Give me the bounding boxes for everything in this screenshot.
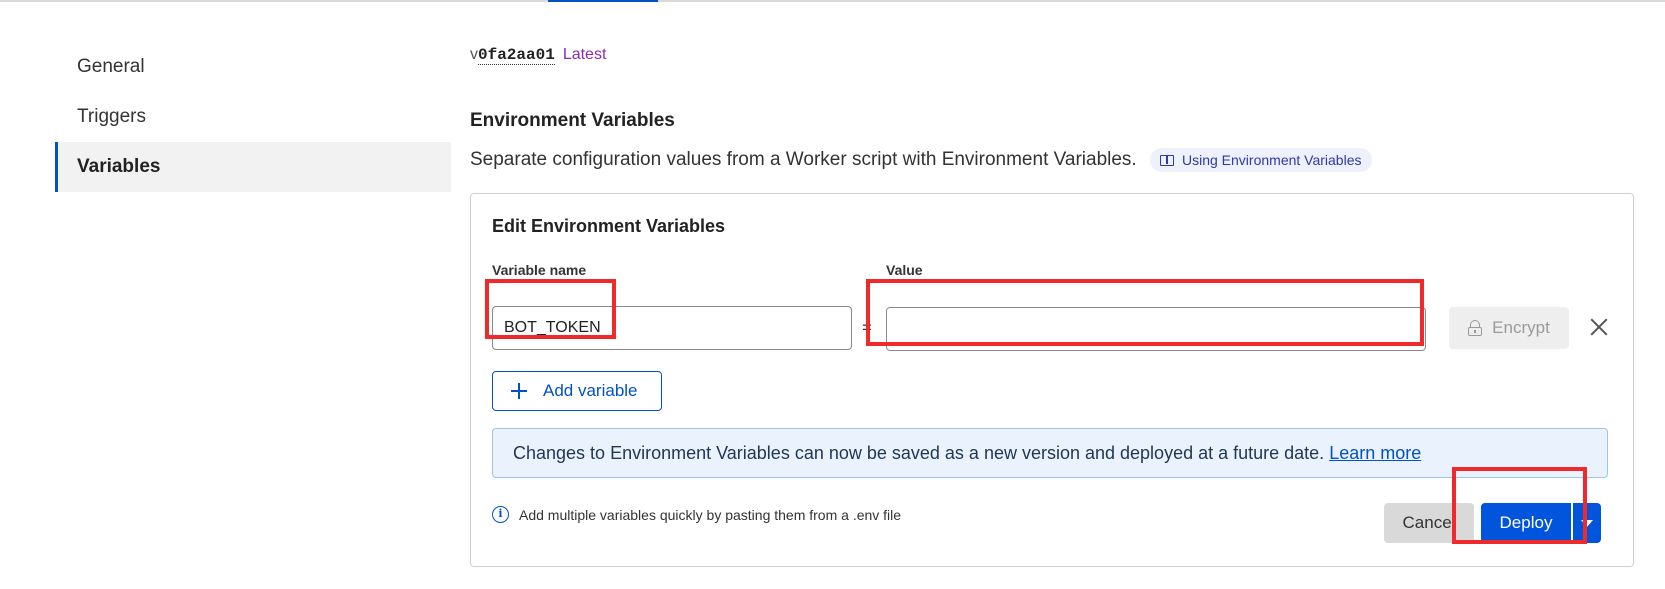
add-variable-label: Add variable	[543, 381, 638, 400]
banner-text: Changes to Environment Variables can now…	[513, 443, 1325, 463]
edit-variables-card: Edit Environment Variables Variable name…	[470, 193, 1634, 567]
section-title: Environment Variables	[470, 110, 675, 131]
cancel-button[interactable]: Cancel	[1384, 503, 1474, 543]
version-info: v0fa2aa01 Latest	[470, 46, 607, 65]
remove-variable-close-icon[interactable]	[1584, 312, 1614, 342]
info-icon: i	[492, 506, 509, 523]
active-tab-indicator	[548, 0, 658, 2]
version-id[interactable]: 0fa2aa01	[478, 46, 555, 65]
settings-sidebar: General Triggers Variables	[55, 42, 451, 192]
top-tab-underline	[0, 0, 1665, 2]
card-title: Edit Environment Variables	[492, 216, 726, 236]
version-prefix: v	[470, 46, 478, 63]
plus-icon	[511, 383, 527, 399]
lock-icon	[1468, 320, 1483, 336]
encrypt-button[interactable]: Encrypt	[1449, 307, 1569, 349]
hint-text: Add multiple variables quickly by pastin…	[519, 506, 902, 523]
description-text: Separate configuration values from a Wor…	[470, 149, 1137, 171]
value-label: Value	[886, 262, 923, 278]
latest-badge: Latest	[562, 46, 607, 63]
sidebar-item-triggers[interactable]: Triggers	[55, 92, 451, 142]
env-file-hint: i Add multiple variables quickly by past…	[492, 506, 901, 523]
section-description: Separate configuration values from a Wor…	[470, 148, 1372, 172]
book-icon	[1160, 155, 1174, 166]
encrypt-label: Encrypt	[1492, 318, 1550, 337]
deploy-options-chevron-down-icon[interactable]	[1573, 503, 1601, 543]
variable-name-label: Variable name	[492, 262, 587, 278]
equals-sign: =	[862, 318, 872, 337]
docs-link[interactable]: Using Environment Variables	[1150, 148, 1372, 172]
variable-name-input[interactable]: BOT_TOKEN	[492, 306, 852, 350]
sidebar-item-variables[interactable]: Variables	[55, 142, 451, 192]
docs-link-label: Using Environment Variables	[1182, 152, 1362, 168]
add-variable-button[interactable]: Add variable	[492, 371, 662, 411]
learn-more-link[interactable]: Learn more	[1329, 443, 1421, 463]
deploy-button[interactable]: Deploy	[1481, 503, 1571, 543]
info-banner: Changes to Environment Variables can now…	[492, 428, 1608, 478]
variable-value-input[interactable]	[886, 307, 1426, 351]
sidebar-item-general[interactable]: General	[55, 42, 451, 92]
